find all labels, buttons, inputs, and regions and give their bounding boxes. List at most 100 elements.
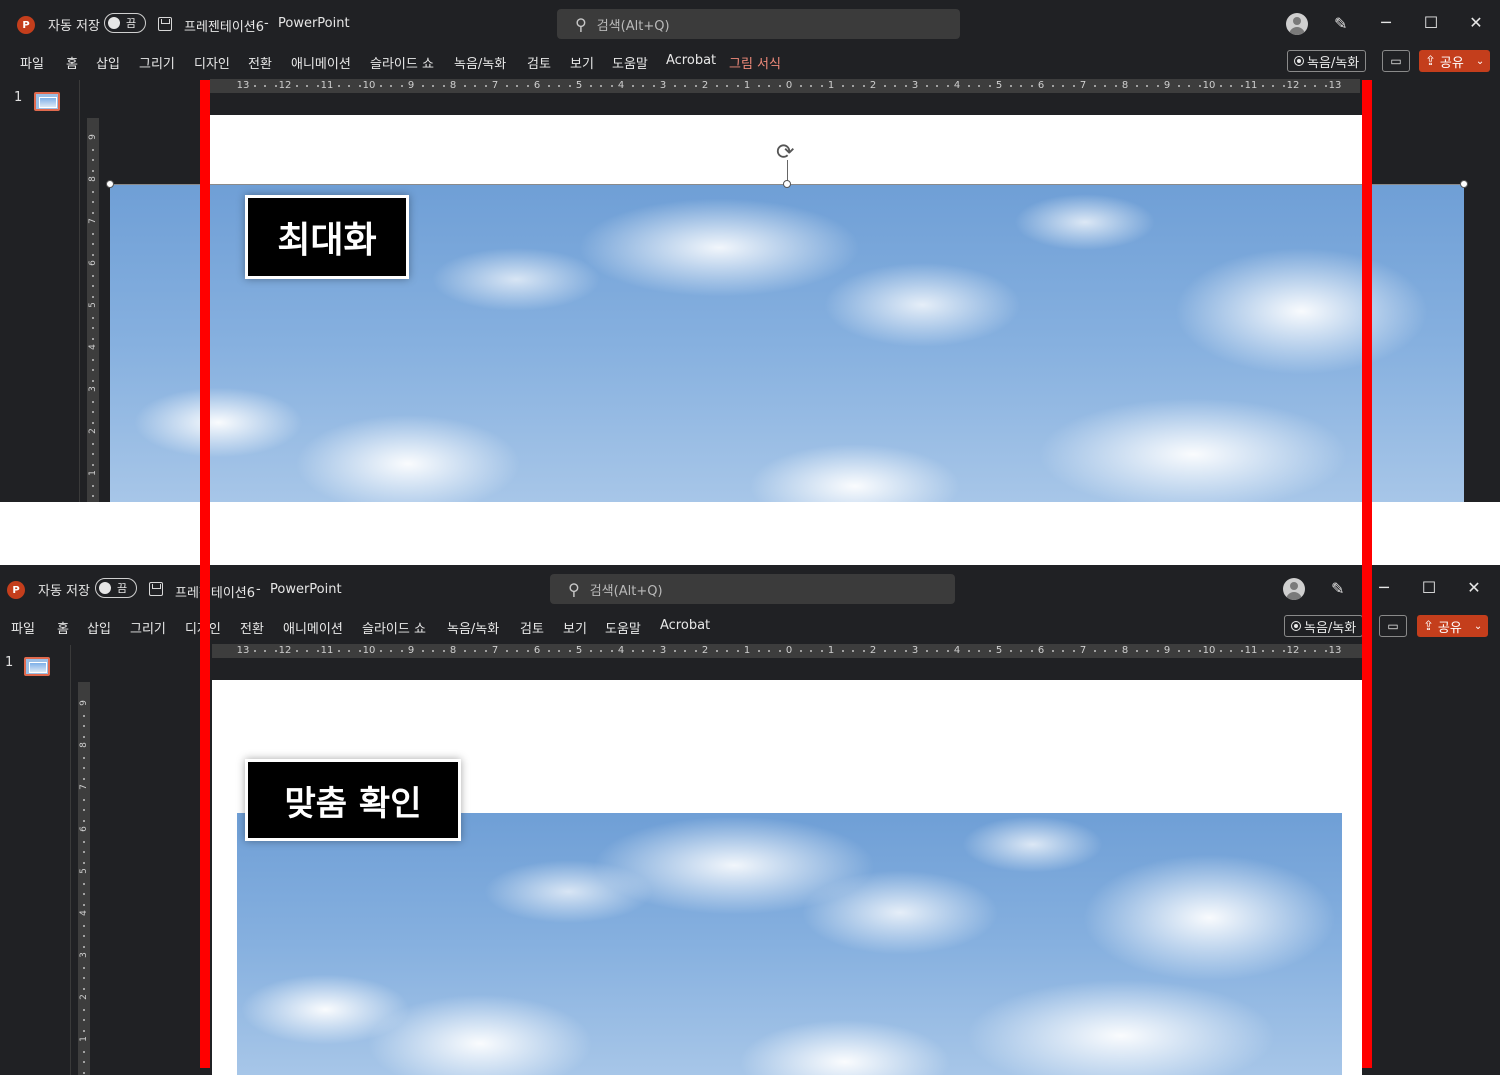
tab-file[interactable]: 파일 xyxy=(20,53,44,72)
save-icon[interactable] xyxy=(149,582,163,596)
account-avatar-icon[interactable] xyxy=(1286,13,1308,35)
ruler-tick xyxy=(862,650,865,652)
tab-design[interactable]: 디자인 xyxy=(194,53,230,72)
ruler-tick xyxy=(978,650,980,652)
ruler-tick xyxy=(946,85,949,87)
ruler-tick xyxy=(547,85,550,87)
resize-handle-top[interactable] xyxy=(783,180,791,188)
ruler-tick xyxy=(589,85,592,87)
sky-picture[interactable] xyxy=(237,813,1342,1075)
designer-pen-icon[interactable]: ✎ xyxy=(1334,14,1347,33)
ruler-tick xyxy=(83,1008,85,1011)
maximize-button[interactable]: ☐ xyxy=(1421,13,1441,32)
ruler-tick-label: 1 xyxy=(743,80,751,91)
tab-view[interactable]: 보기 xyxy=(570,53,594,72)
ruler-tick-label: 4 xyxy=(617,645,625,656)
tab-insert[interactable]: 삽입 xyxy=(87,618,111,637)
account-avatar-icon[interactable] xyxy=(1283,578,1305,600)
record-icon xyxy=(1294,56,1304,66)
powerpoint-window-maximized: P 자동 저장 끔 프레젠테이션6 - PowerPoint ⚲ 검색(Alt+… xyxy=(0,0,1500,502)
comment-icon: ▭ xyxy=(1390,54,1402,68)
tab-transitions[interactable]: 전환 xyxy=(240,618,264,637)
record-button[interactable]: 녹음/녹화 xyxy=(1287,50,1367,72)
ruler-tick xyxy=(1282,85,1285,87)
resize-handle-top-left[interactable] xyxy=(106,180,114,188)
ruler-tick-label: 4 xyxy=(617,80,625,91)
ruler-tick xyxy=(726,85,728,87)
search-box[interactable]: ⚲ 검색(Alt+Q) xyxy=(550,574,955,604)
ruler-tick xyxy=(778,85,781,87)
tab-home[interactable]: 홈 xyxy=(66,53,78,72)
ruler-tick-label: 5 xyxy=(995,80,1003,91)
record-button[interactable]: 녹음/녹화 xyxy=(1284,615,1364,637)
tab-insert[interactable]: 삽입 xyxy=(96,53,120,72)
ruler-tick-label: 9 xyxy=(407,80,415,91)
tab-draw[interactable]: 그리기 xyxy=(139,53,175,72)
ruler-tick xyxy=(83,798,85,801)
tab-draw[interactable]: 그리기 xyxy=(130,618,166,637)
close-button[interactable]: ✕ xyxy=(1464,578,1484,597)
ruler-tick-label: 5 xyxy=(995,645,1003,656)
ruler-tick xyxy=(936,85,938,87)
share-button[interactable]: ⇪ 공유 ⌄ xyxy=(1417,615,1489,637)
ruler-tick-label: 11 xyxy=(320,645,334,656)
ruler-tick xyxy=(253,85,256,87)
ruler-tick xyxy=(83,977,85,979)
tab-record[interactable]: 녹음/녹화 xyxy=(447,618,499,637)
slide-thumbnail[interactable] xyxy=(24,657,50,676)
ruler-tick xyxy=(306,85,308,87)
tab-help[interactable]: 도움말 xyxy=(612,53,648,72)
comments-button[interactable]: ▭ xyxy=(1379,615,1407,637)
comments-button[interactable]: ▭ xyxy=(1382,50,1410,72)
ruler-tick xyxy=(432,650,434,652)
maximize-button[interactable]: ☐ xyxy=(1419,578,1439,597)
save-icon[interactable] xyxy=(158,17,172,31)
title-separator: - xyxy=(256,582,261,597)
tab-view[interactable]: 보기 xyxy=(563,618,587,637)
tab-acrobat[interactable]: Acrobat xyxy=(666,53,716,68)
rotate-handle-icon[interactable]: ⟳ xyxy=(776,142,794,164)
tab-picture-format[interactable]: 그림 서식 xyxy=(729,53,781,72)
resize-handle-top-right[interactable] xyxy=(1460,180,1468,188)
vertical-ruler[interactable]: 9 8 7 6 5 4 3 2 1 xyxy=(78,682,90,1075)
tab-transitions[interactable]: 전환 xyxy=(248,53,272,72)
ruler-tick xyxy=(988,650,991,652)
tab-home[interactable]: 홈 xyxy=(57,618,69,637)
ruler-tick xyxy=(568,650,571,652)
minimize-button[interactable]: ─ xyxy=(1376,13,1396,32)
tab-animations[interactable]: 애니메이션 xyxy=(283,618,343,637)
chevron-down-icon[interactable]: ⌄ xyxy=(1476,56,1484,67)
ruler-tick xyxy=(810,650,812,652)
ruler-tick xyxy=(820,85,823,87)
tab-slideshow[interactable]: 슬라이드 쇼 xyxy=(362,618,426,637)
title-bar: P 자동 저장 끔 프레젠테이션6 - PowerPoint ⚲ 검색(Alt+… xyxy=(0,565,1500,611)
horizontal-ruler[interactable]: 13 12 11 10 9 8 7 6 5 4 3 2 1 0 1 2 3 4 5 6 7 8 9 10 11 12 13 xyxy=(212,644,1362,658)
ruler-tick xyxy=(83,777,85,780)
vertical-ruler[interactable]: 9 8 7 6 5 4 3 2 1 xyxy=(87,118,99,502)
tab-review[interactable]: 검토 xyxy=(520,618,544,637)
ruler-tick-label: 3 xyxy=(911,645,919,656)
search-box[interactable]: ⚲ 검색(Alt+Q) xyxy=(557,9,960,39)
slide-thumbnail[interactable] xyxy=(34,92,60,111)
autosave-toggle[interactable]: 끔 xyxy=(104,13,146,33)
designer-pen-icon[interactable]: ✎ xyxy=(1331,579,1344,598)
minimize-button[interactable]: ─ xyxy=(1374,578,1394,597)
ruler-tick xyxy=(348,85,350,87)
close-button[interactable]: ✕ xyxy=(1466,13,1486,32)
ruler-tick xyxy=(1146,85,1148,87)
tab-review[interactable]: 검토 xyxy=(527,53,551,72)
horizontal-ruler[interactable]: 13 12 11 10 9 8 7 6 5 4 3 2 1 0 1 2 3 4 5 6 7 8 9 10 11 12 13 xyxy=(210,79,1360,93)
share-button[interactable]: ⇪ 공유 ⌄ xyxy=(1419,50,1491,72)
tab-record[interactable]: 녹음/녹화 xyxy=(454,53,506,72)
tab-acrobat[interactable]: Acrobat xyxy=(660,618,710,633)
ruler-tick xyxy=(988,85,991,87)
tab-help[interactable]: 도움말 xyxy=(605,618,641,637)
chevron-down-icon[interactable]: ⌄ xyxy=(1474,621,1482,632)
tab-slideshow[interactable]: 슬라이드 쇼 xyxy=(370,53,434,72)
ruler-tick xyxy=(841,650,844,652)
ruler-tick xyxy=(558,85,560,87)
tab-animations[interactable]: 애니메이션 xyxy=(291,53,351,72)
autosave-label: 자동 저장 xyxy=(48,19,100,34)
autosave-toggle[interactable]: 끔 xyxy=(95,578,137,598)
tab-file[interactable]: 파일 xyxy=(11,618,35,637)
